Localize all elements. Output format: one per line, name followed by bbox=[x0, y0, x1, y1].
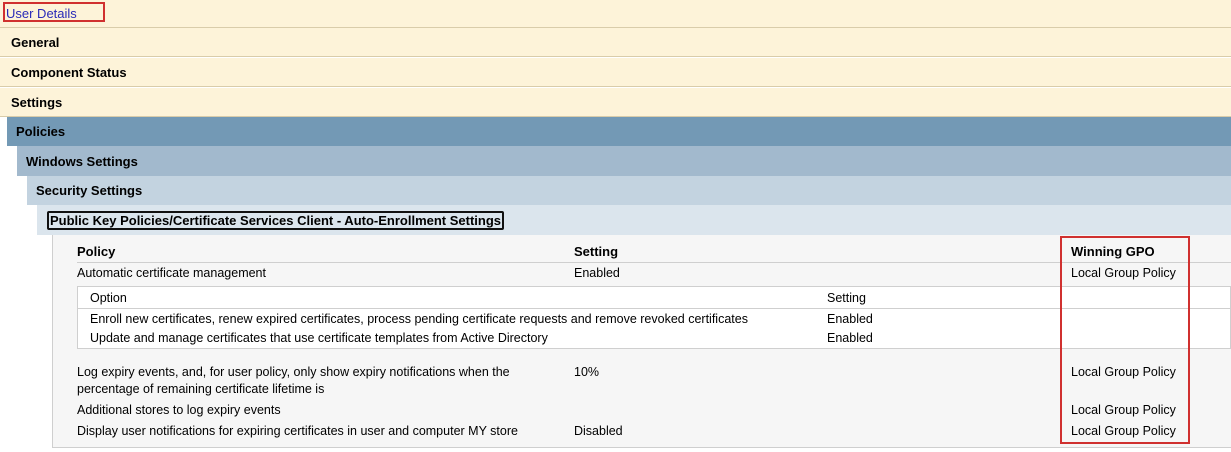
user-details-header: User Details bbox=[0, 0, 1231, 28]
subtable-header-setting: Setting bbox=[827, 291, 866, 305]
subtable-row-2-setting: Enabled bbox=[827, 331, 873, 345]
subtable-row-2-option: Update and manage certificates that use … bbox=[90, 331, 548, 345]
section-windows-settings[interactable]: Windows Settings bbox=[17, 146, 1231, 176]
section-public-key-policies-label: Public Key Policies/Certificate Services… bbox=[47, 210, 505, 230]
section-policies[interactable]: Policies bbox=[7, 117, 1231, 146]
section-general[interactable]: General bbox=[0, 28, 1231, 57]
row-1-policy: Automatic certificate management bbox=[77, 266, 266, 280]
section-security-settings-label: Security Settings bbox=[36, 183, 143, 198]
section-component-status[interactable]: Component Status bbox=[0, 58, 1231, 87]
highlight-box-winning-gpo bbox=[1060, 236, 1190, 444]
row-2-policy-line-2: percentage of remaining certificate life… bbox=[77, 382, 325, 396]
section-windows-settings-label: Windows Settings bbox=[26, 153, 138, 169]
column-header-setting: Setting bbox=[574, 244, 619, 259]
row-3-policy: Additional stores to log expiry events bbox=[77, 403, 281, 417]
highlight-box-user-details bbox=[3, 2, 105, 22]
subtable-row-1-setting: Enabled bbox=[827, 312, 873, 326]
section-public-key-policies[interactable]: Public Key Policies/Certificate Services… bbox=[37, 205, 1231, 235]
subtable-header-option: Option bbox=[90, 291, 127, 305]
subtable-row-1-option: Enroll new certificates, renew expired c… bbox=[90, 312, 748, 326]
row-2-setting: 10% bbox=[574, 365, 600, 379]
row-4-policy: Display user notifications for expiring … bbox=[77, 424, 518, 438]
section-security-settings[interactable]: Security Settings bbox=[27, 176, 1231, 205]
row-4-setting: Disabled bbox=[574, 424, 623, 438]
section-settings-label: Settings bbox=[11, 94, 63, 110]
section-general-label: General bbox=[11, 34, 60, 50]
section-component-status-label: Component Status bbox=[11, 64, 127, 80]
column-header-policy: Policy bbox=[77, 244, 116, 259]
subtable-divider bbox=[78, 308, 1230, 309]
row-1-setting: Enabled bbox=[574, 266, 620, 280]
section-policies-label: Policies bbox=[16, 124, 66, 139]
header-divider bbox=[77, 262, 1231, 263]
section-settings[interactable]: Settings bbox=[0, 88, 1231, 117]
row-2-policy-line-1: Log expiry events, and, for user policy,… bbox=[77, 365, 510, 379]
